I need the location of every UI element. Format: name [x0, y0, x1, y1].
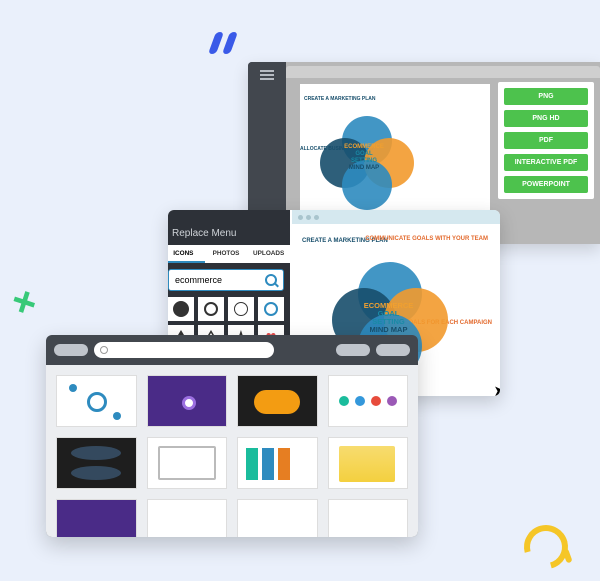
window-gallery: [46, 335, 418, 537]
icon-result[interactable]: [258, 297, 284, 321]
template-card[interactable]: [56, 437, 137, 489]
template-card[interactable]: [237, 375, 318, 427]
template-card[interactable]: [328, 499, 409, 537]
search-box[interactable]: [168, 269, 284, 291]
search-input[interactable]: [175, 275, 245, 285]
venn-diagram: ECOMMERCE GOAL SETTING MIND MAP: [320, 116, 408, 204]
cursor-icon: ➤: [493, 382, 500, 396]
search-icon[interactable]: [265, 274, 277, 286]
decoration-swirl: [516, 517, 576, 577]
toolbar-button[interactable]: [376, 344, 410, 356]
template-card[interactable]: [56, 375, 137, 427]
hamburger-icon[interactable]: [260, 70, 274, 80]
caption-top-left: CREATE A MARKETING PLAN: [304, 96, 375, 102]
caption: COMMUNICATE GOALS WITH YOUR TEAM: [365, 236, 488, 242]
template-card[interactable]: [237, 437, 318, 489]
template-card[interactable]: [147, 375, 228, 427]
template-card[interactable]: [237, 499, 318, 537]
tabbar: [286, 66, 600, 78]
tab-icons[interactable]: ICONS: [168, 245, 205, 263]
gallery-toolbar: [46, 335, 418, 365]
export-ppt-button[interactable]: POWERPOINT: [504, 176, 588, 193]
toolbar-button[interactable]: [336, 344, 370, 356]
template-card[interactable]: [328, 375, 409, 427]
toolbar-button[interactable]: [54, 344, 88, 356]
icon-result[interactable]: [228, 297, 254, 321]
export-panel: PNG PNG HD PDF INTERACTIVE PDF POWERPOIN…: [498, 82, 594, 199]
decoration-plus: +: [5, 275, 43, 328]
icon-result[interactable]: [168, 297, 194, 321]
search-icon: [100, 346, 108, 354]
export-png-button[interactable]: PNG: [504, 88, 588, 105]
replace-panel-title: Replace Menu: [168, 222, 290, 245]
template-card[interactable]: [147, 499, 228, 537]
replace-tabs: ICONS PHOTOS UPLOADS: [168, 245, 290, 263]
tab-uploads[interactable]: UPLOADS: [247, 245, 290, 263]
template-card[interactable]: [56, 499, 137, 537]
icon-result[interactable]: [198, 297, 224, 321]
template-card[interactable]: [147, 437, 228, 489]
window-titlebar: [292, 210, 500, 224]
search-bar[interactable]: [94, 342, 274, 358]
decoration-lines: [212, 32, 238, 56]
template-card[interactable]: [328, 437, 409, 489]
export-pnghd-button[interactable]: PNG HD: [504, 110, 588, 127]
template-gallery: [46, 365, 418, 537]
export-ipdf-button[interactable]: INTERACTIVE PDF: [504, 154, 588, 171]
tab-photos[interactable]: PHOTOS: [205, 245, 248, 263]
export-pdf-button[interactable]: PDF: [504, 132, 588, 149]
